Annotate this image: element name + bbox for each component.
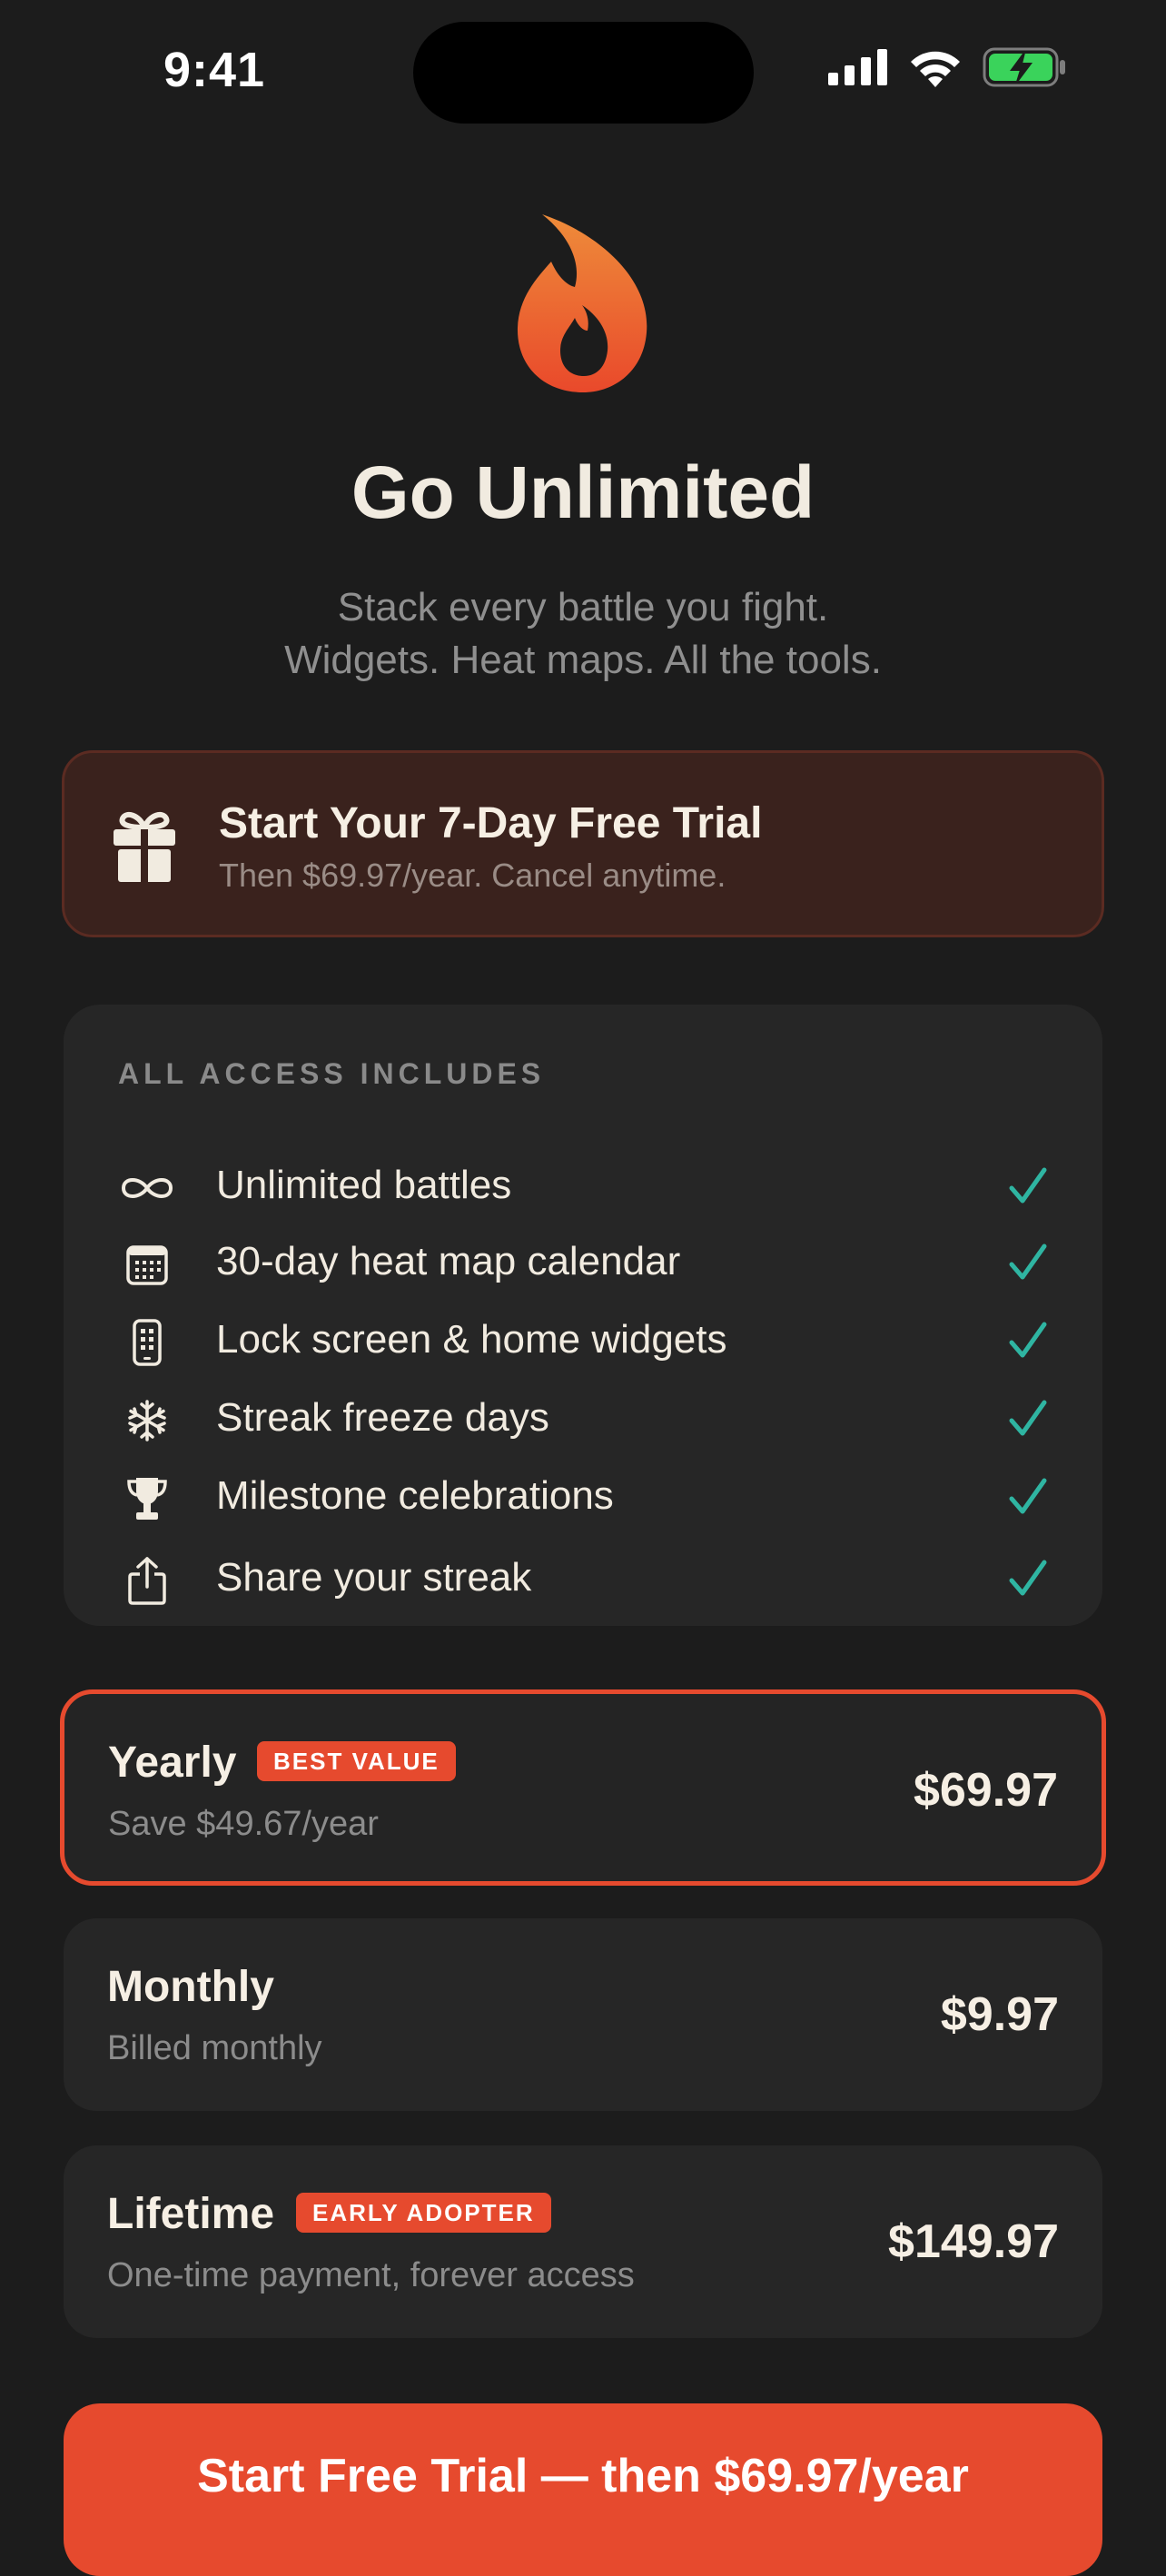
- cta-label: Start Free Trial — then $69.97/year: [197, 2450, 969, 2502]
- plan-subtitle: Save $49.67/year: [108, 1805, 379, 1843]
- check-icon: [1009, 1478, 1047, 1514]
- feature-label: Streak freeze days: [216, 1395, 549, 1440]
- trial-subtitle: Then $69.97/year. Cancel anytime.: [219, 857, 726, 894]
- feature-row-share: Share your streak: [64, 1544, 1102, 1617]
- page-subtitle: Stack every battle you fight. Widgets. H…: [0, 581, 1166, 687]
- start-free-trial-button[interactable]: Start Free Trial — then $69.97/year: [64, 2403, 1102, 2576]
- trial-title: Start Your 7-Day Free Trial: [219, 799, 763, 847]
- cellular-signal-icon: [828, 49, 887, 85]
- page-title: Go Unlimited: [351, 451, 815, 534]
- plan-name: Monthly: [107, 1963, 274, 2011]
- free-trial-banner[interactable]: Start Your 7-Day Free Trial Then $69.97/…: [62, 750, 1104, 937]
- plan-price: $149.97: [888, 2215, 1059, 2268]
- flame-icon: [517, 214, 647, 392]
- check-icon: [1009, 1560, 1047, 1596]
- share-icon: [118, 1555, 176, 1606]
- check-icon: [1009, 1322, 1047, 1358]
- dynamic-island: [413, 22, 754, 124]
- feature-row-milestones: Milestone celebrations: [64, 1462, 1102, 1535]
- feature-row-widgets: Lock screen & home widgets: [64, 1306, 1102, 1379]
- infinity-icon: [118, 1163, 176, 1214]
- feature-label: Milestone celebrations: [216, 1473, 614, 1518]
- features-heading: ALL ACCESS INCLUDES: [118, 1057, 546, 1090]
- battery-charging-icon: [983, 47, 1065, 87]
- feature-label: Share your streak: [216, 1555, 532, 1600]
- plan-subtitle: Billed monthly: [107, 2029, 322, 2067]
- feature-row-heat-map: 30-day heat map calendar: [64, 1228, 1102, 1301]
- gift-icon: [114, 811, 175, 882]
- plan-yearly[interactable]: Yearly BEST VALUE Save $49.67/year $69.9…: [60, 1689, 1106, 1886]
- snowflake-icon: [118, 1395, 176, 1446]
- early-adopter-badge: EARLY ADOPTER: [296, 2193, 551, 2233]
- check-icon: [1009, 1400, 1047, 1436]
- plan-lifetime[interactable]: Lifetime EARLY ADOPTER One-time payment,…: [64, 2145, 1102, 2338]
- feature-label: Lock screen & home widgets: [216, 1317, 727, 1362]
- plan-price: $9.97: [940, 1988, 1059, 2041]
- calendar-icon: [118, 1239, 176, 1290]
- best-value-badge: BEST VALUE: [257, 1741, 456, 1781]
- wifi-icon: [911, 51, 960, 87]
- features-card: ALL ACCESS INCLUDES Unlimited battles 30…: [64, 1005, 1102, 1626]
- plan-subtitle: One-time payment, forever access: [107, 2256, 635, 2294]
- trophy-icon: [118, 1473, 176, 1524]
- plan-name: Yearly: [108, 1739, 237, 1787]
- feature-row-streak-freeze: Streak freeze days: [64, 1384, 1102, 1457]
- check-icon: [1009, 1243, 1047, 1280]
- subtitle-line-1: Stack every battle you fight.: [337, 585, 829, 629]
- plan-name: Lifetime: [107, 2190, 275, 2238]
- subtitle-line-2: Widgets. Heat maps. All the tools.: [284, 638, 882, 682]
- phone-icon: [118, 1317, 176, 1368]
- status-icons: [828, 47, 1066, 87]
- feature-label: Unlimited battles: [216, 1163, 512, 1207]
- plan-price: $69.97: [913, 1764, 1058, 1817]
- status-time: 9:41: [163, 43, 266, 97]
- check-icon: [1009, 1167, 1047, 1204]
- feature-label: 30-day heat map calendar: [216, 1239, 681, 1283]
- plan-monthly[interactable]: Monthly Billed monthly $9.97: [64, 1918, 1102, 2111]
- feature-row-unlimited-battles: Unlimited battles: [64, 1152, 1102, 1224]
